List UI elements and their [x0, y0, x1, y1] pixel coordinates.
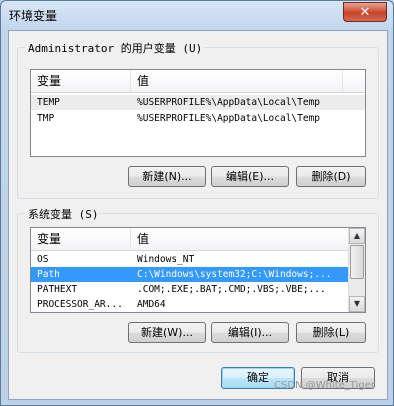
environment-variables-window: 环境变量 ✕ Administrator 的用户变量 (U) 变量 值 TEMP… [0, 0, 394, 406]
system-variables-list[interactable]: 变量 值 OS Windows_NT Path C:\Windows\syste… [30, 227, 366, 313]
list-item[interactable]: OS Windows_NT [31, 252, 349, 267]
user-delete-button[interactable]: 删除(D) [296, 166, 366, 187]
variable-value: %USERPROFILE%\AppData\Local\Temp [137, 97, 321, 108]
user-edit-button[interactable]: 编辑(E)... [211, 166, 289, 187]
vertical-scrollbar[interactable]: ▲ ▼ [348, 228, 365, 312]
dialog-client-area: Administrator 的用户变量 (U) 变量 值 TEMP %USERP… [8, 30, 388, 400]
system-edit-button[interactable]: 编辑(I)... [211, 322, 289, 343]
system-new-button[interactable]: 新建(W)... [128, 322, 206, 343]
system-variables-label: 系统变量 (S) [25, 206, 102, 222]
user-variables-label: Administrator 的用户变量 (U) [25, 40, 206, 56]
variable-value: %USERPROFILE%\AppData\Local\Temp [137, 113, 321, 124]
variable-name: TMP [37, 113, 55, 124]
list-item-selected[interactable]: Path C:\Windows\system32;C:\Windows;... [31, 267, 349, 282]
scroll-down-icon[interactable]: ▼ [349, 296, 365, 312]
list-item[interactable]: TMP %USERPROFILE%\AppData\Local\Temp [31, 111, 365, 126]
variable-value: AMD64 [137, 299, 166, 310]
column-header-value[interactable]: 值 [131, 70, 343, 92]
list-header: 变量 值 [31, 70, 365, 93]
window-title: 环境变量 [9, 9, 58, 23]
variable-value: Windows_NT [137, 254, 195, 265]
column-header-variable[interactable]: 变量 [31, 228, 131, 250]
watermark: CSDN @White_Tiger [274, 380, 375, 391]
list-item[interactable]: TEMP %USERPROFILE%\AppData\Local\Temp [31, 95, 365, 110]
variable-name: PATHEXT [37, 284, 78, 295]
list-item[interactable]: PROCESSOR_AR... AMD64 [31, 297, 349, 312]
variable-value: C:\Windows\system32;C:\Windows;... [137, 269, 332, 280]
variable-value: .COM;.EXE;.BAT;.CMD;.VBS;.VBE;... [137, 284, 326, 295]
close-button[interactable]: ✕ [343, 2, 387, 22]
close-icon: ✕ [359, 4, 371, 20]
scroll-up-icon[interactable]: ▲ [349, 228, 365, 244]
variable-name: Path [37, 269, 60, 280]
column-header-variable[interactable]: 变量 [31, 70, 131, 92]
variable-name: PROCESSOR_AR... [37, 299, 123, 310]
variable-name: TEMP [37, 97, 60, 108]
user-new-button[interactable]: 新建(N)... [128, 166, 206, 187]
scroll-thumb[interactable] [350, 245, 364, 279]
list-item[interactable]: PATHEXT .COM;.EXE;.BAT;.CMD;.VBS;.VBE;..… [31, 282, 349, 297]
column-header-value[interactable]: 值 [131, 228, 349, 250]
user-variables-list[interactable]: 变量 值 TEMP %USERPROFILE%\AppData\Local\Te… [30, 69, 366, 157]
system-delete-button[interactable]: 删除(L) [296, 322, 366, 343]
variable-name: OS [37, 254, 49, 265]
list-header: 变量 值 [31, 228, 349, 251]
